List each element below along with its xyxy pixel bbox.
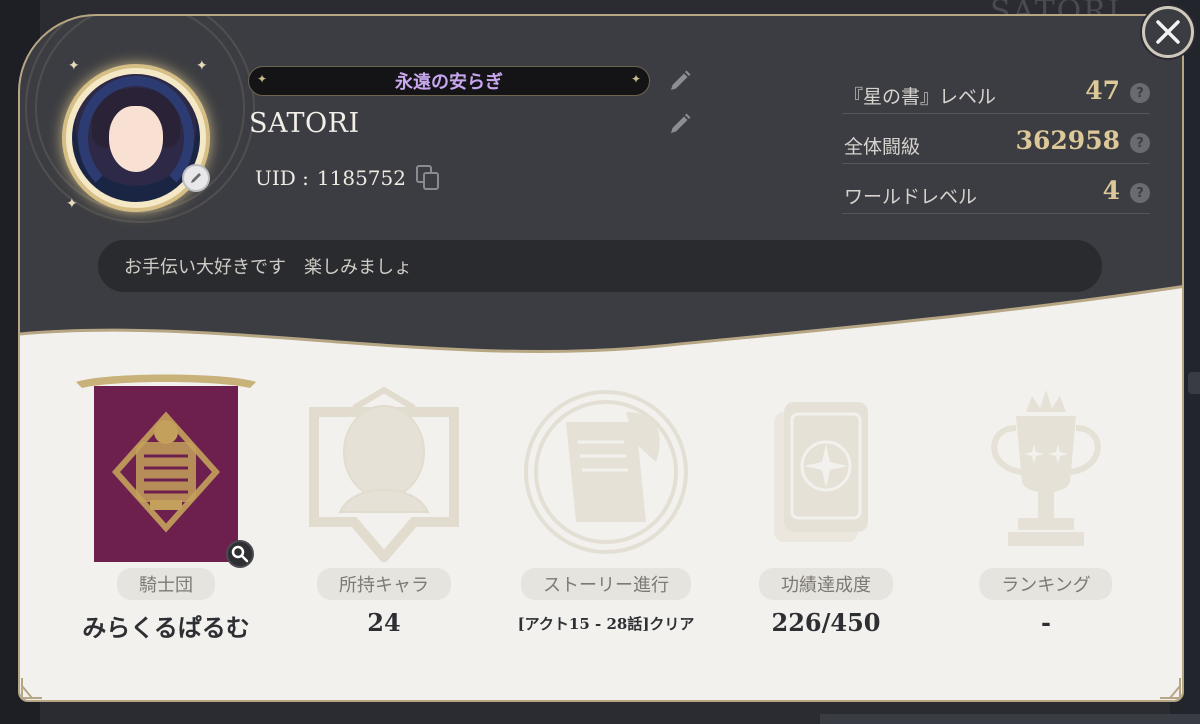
stat-value: 362958 (1015, 126, 1120, 155)
trophy-icon (991, 390, 1101, 546)
close-icon (1156, 20, 1180, 44)
achievement-value: 226/450 (771, 608, 881, 637)
avatar-image (72, 74, 200, 202)
avatar-edit-button[interactable] (182, 164, 210, 192)
stat-label: ワールドレベル (844, 186, 978, 208)
achievement-label: ランキング (979, 568, 1113, 600)
achievement-value: 24 (367, 608, 401, 637)
stat-row-world-level: ワールドレベル 4 ? (842, 170, 1150, 214)
title-badge-text: 永遠の安らぎ (395, 72, 503, 93)
knights-banner-icon (76, 374, 256, 562)
stat-label: 『星の書』レベル (844, 86, 997, 108)
achievement-completion[interactable]: 功績達成度 226/450 (726, 372, 926, 672)
player-avatar[interactable]: ✦ ✦ ✦ (58, 58, 214, 216)
close-button[interactable] (1142, 6, 1194, 58)
player-name: SATORI (249, 108, 360, 139)
sparkle-icon: ✦ (66, 196, 78, 212)
edit-title-pencil-icon[interactable] (668, 69, 692, 93)
achievement-knights[interactable]: 騎士団 みらくるぱるむ (66, 372, 266, 672)
achievement-story[interactable]: ストーリー進行 [アクト15 - 28話]クリア (506, 372, 706, 672)
achievement-label: ストーリー進行 (521, 568, 691, 600)
stat-row-star-book-level: 『星の書』レベル 47 ? (842, 70, 1150, 114)
uid-value: 1185752 (316, 166, 406, 190)
title-badge[interactable]: ✦ 永遠の安らぎ ✦ (248, 66, 650, 96)
comment-field[interactable]: お手伝い大好きです 楽しみましょ (98, 240, 1102, 292)
side-tab (1188, 372, 1200, 394)
achievement-value: - (1041, 608, 1051, 637)
copy-icon[interactable] (415, 165, 440, 191)
achievement-label: 騎士団 (117, 568, 215, 600)
question-icon[interactable]: ? (1130, 183, 1150, 203)
stat-row-total-power: 全体闘級 362958 ? (842, 120, 1150, 164)
uid-label: UID : (255, 166, 309, 190)
uid-row: UID : 1185752 (255, 165, 440, 191)
character-icon (309, 386, 459, 562)
stat-value: 47 (1085, 76, 1120, 105)
question-icon[interactable]: ? (1130, 133, 1150, 153)
diamond-icon: ✦ (630, 72, 641, 86)
achievement-characters[interactable]: 所持キャラ 24 (284, 372, 484, 672)
stat-value: 4 (1102, 176, 1120, 205)
achievement-value: [アクト15 - 28話]クリア (517, 615, 695, 633)
achievement-card-icon (774, 402, 868, 542)
edit-name-pencil-icon[interactable] (668, 112, 692, 136)
comment-text: お手伝い大好きです 楽しみましょ (124, 257, 412, 278)
pencil-icon (191, 173, 201, 183)
achievement-ranking[interactable]: ランキング - (946, 372, 1146, 672)
sparkle-icon: ✦ (68, 58, 80, 74)
magnifier-icon (231, 545, 249, 563)
frame-corner-bottom-right (1160, 678, 1181, 699)
background-bottom-strip (820, 714, 1200, 724)
stat-label: 全体闘級 (844, 136, 921, 158)
zoom-button[interactable] (226, 540, 254, 568)
achievement-value: みらくるぱるむ (82, 614, 250, 642)
question-icon[interactable]: ? (1130, 83, 1150, 103)
story-scroll-icon (524, 390, 688, 554)
diamond-icon: ✦ (257, 72, 268, 86)
achievement-label: 所持キャラ (317, 568, 451, 600)
achievement-label: 功績達成度 (759, 568, 893, 600)
sparkle-icon: ✦ (196, 58, 208, 74)
frame-corner-bottom-left (21, 678, 42, 699)
